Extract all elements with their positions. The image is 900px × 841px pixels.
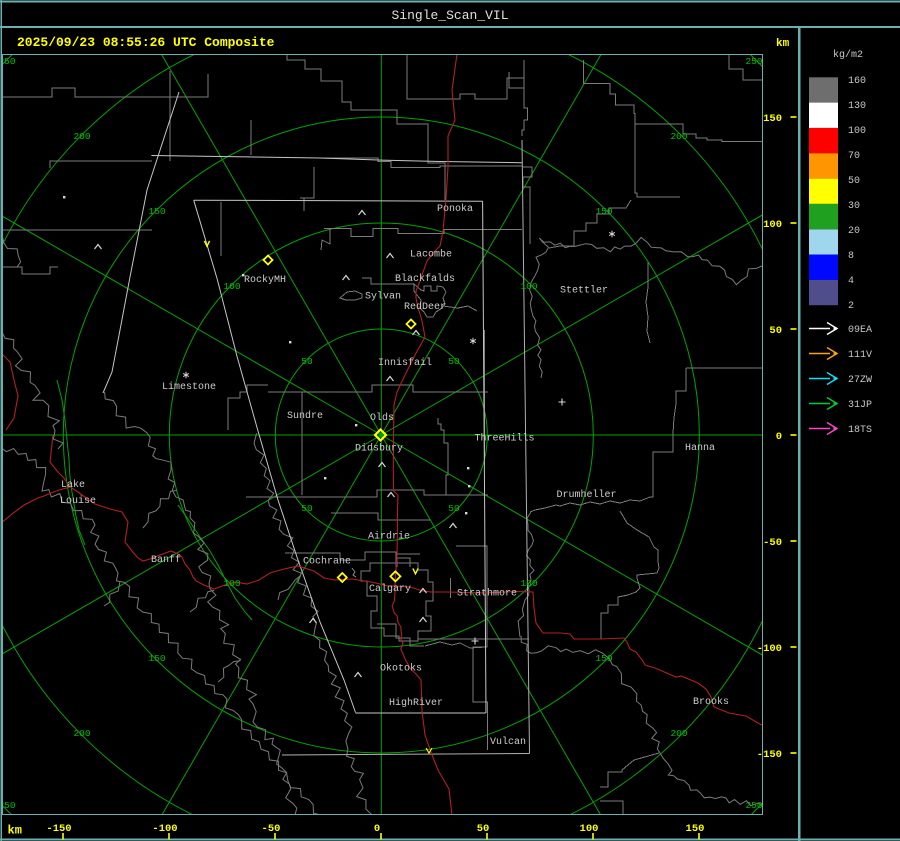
- svg-text:-150: -150: [757, 749, 782, 761]
- svg-text:100: 100: [520, 281, 537, 292]
- svg-text:Vulcan: Vulcan: [490, 736, 526, 748]
- svg-text:50: 50: [301, 503, 313, 514]
- svg-text:Louise: Louise: [60, 495, 96, 507]
- svg-text:200: 200: [670, 131, 687, 142]
- svg-text:-100: -100: [152, 823, 177, 835]
- svg-text:Olds: Olds: [370, 412, 394, 424]
- svg-text:Limestone: Limestone: [162, 381, 216, 393]
- svg-text:8: 8: [848, 251, 854, 262]
- svg-text:Sylvan: Sylvan: [365, 291, 401, 303]
- svg-text:50: 50: [448, 503, 460, 514]
- svg-text:RockyMH: RockyMH: [244, 274, 286, 286]
- svg-text:Cochrane: Cochrane: [303, 556, 351, 568]
- svg-text:Didsbury: Didsbury: [355, 443, 403, 455]
- svg-text:100: 100: [580, 823, 599, 835]
- svg-text:111V: 111V: [848, 350, 872, 361]
- svg-text:31JP: 31JP: [848, 400, 872, 411]
- svg-text:Lacombe: Lacombe: [410, 249, 452, 261]
- svg-text:150: 150: [595, 206, 612, 217]
- svg-text:150: 150: [148, 653, 165, 664]
- svg-text:Banff: Banff: [151, 554, 181, 566]
- svg-text:-150: -150: [46, 823, 71, 835]
- svg-text:4: 4: [848, 276, 854, 287]
- svg-text:200: 200: [73, 131, 90, 142]
- svg-text:100: 100: [223, 578, 240, 589]
- svg-text:20: 20: [848, 226, 860, 237]
- svg-text:130: 130: [848, 101, 866, 112]
- svg-text:Blackfalds: Blackfalds: [395, 273, 455, 285]
- svg-text:50: 50: [769, 325, 782, 337]
- svg-text:Lake: Lake: [61, 479, 85, 491]
- svg-text:150: 150: [595, 653, 612, 664]
- svg-text:200: 200: [670, 728, 687, 739]
- svg-text:50: 50: [448, 356, 460, 367]
- svg-text:Okotoks: Okotoks: [380, 663, 422, 675]
- svg-text:Strathmore: Strathmore: [457, 588, 517, 600]
- svg-text:09EA: 09EA: [848, 325, 872, 336]
- svg-text:Calgary: Calgary: [369, 583, 411, 595]
- svg-text:-100: -100: [757, 643, 782, 655]
- svg-text:HighRiver: HighRiver: [389, 697, 443, 709]
- svg-text:50: 50: [301, 356, 313, 367]
- svg-text:250: 250: [745, 800, 762, 811]
- svg-text:150: 150: [148, 206, 165, 217]
- svg-text:-50: -50: [262, 823, 281, 835]
- svg-text:ThreeHills: ThreeHills: [475, 433, 535, 445]
- svg-text:100: 100: [848, 126, 866, 137]
- svg-text:Brooks: Brooks: [693, 696, 729, 708]
- svg-text:-50: -50: [763, 537, 782, 549]
- svg-text:Ponoka: Ponoka: [437, 203, 473, 215]
- svg-text:100: 100: [763, 219, 782, 231]
- svg-text:km: km: [8, 824, 22, 838]
- svg-text:0: 0: [776, 431, 782, 443]
- svg-text:100: 100: [223, 281, 240, 292]
- svg-text:250: 250: [745, 56, 762, 67]
- svg-text:200: 200: [73, 728, 90, 739]
- svg-text:27ZW: 27ZW: [848, 375, 872, 386]
- svg-text:150: 150: [763, 113, 782, 125]
- svg-text:RedDeer: RedDeer: [404, 301, 446, 313]
- svg-text:0: 0: [374, 823, 380, 835]
- svg-text:kg/m2: kg/m2: [833, 49, 863, 61]
- svg-text:50: 50: [848, 176, 860, 187]
- svg-text:Hanna: Hanna: [685, 443, 715, 454]
- svg-text:150: 150: [686, 823, 705, 835]
- svg-text:Drumheller: Drumheller: [557, 489, 617, 501]
- svg-text:Stettler: Stettler: [560, 285, 608, 297]
- svg-text:30: 30: [848, 201, 860, 212]
- svg-text:Innisfail: Innisfail: [378, 357, 432, 369]
- svg-text:2025/09/23 08:55:26 UTC Compos: 2025/09/23 08:55:26 UTC Composite: [17, 35, 275, 50]
- svg-text:100: 100: [520, 578, 537, 589]
- svg-text:2: 2: [848, 301, 854, 312]
- svg-text:18TS: 18TS: [848, 425, 872, 436]
- svg-text:Single_Scan_VIL: Single_Scan_VIL: [391, 8, 508, 23]
- svg-text:Airdrie: Airdrie: [368, 531, 410, 543]
- svg-text:Sundre: Sundre: [287, 410, 323, 422]
- svg-text:km: km: [776, 38, 790, 50]
- svg-text:160: 160: [848, 76, 866, 87]
- svg-text:70: 70: [848, 151, 860, 162]
